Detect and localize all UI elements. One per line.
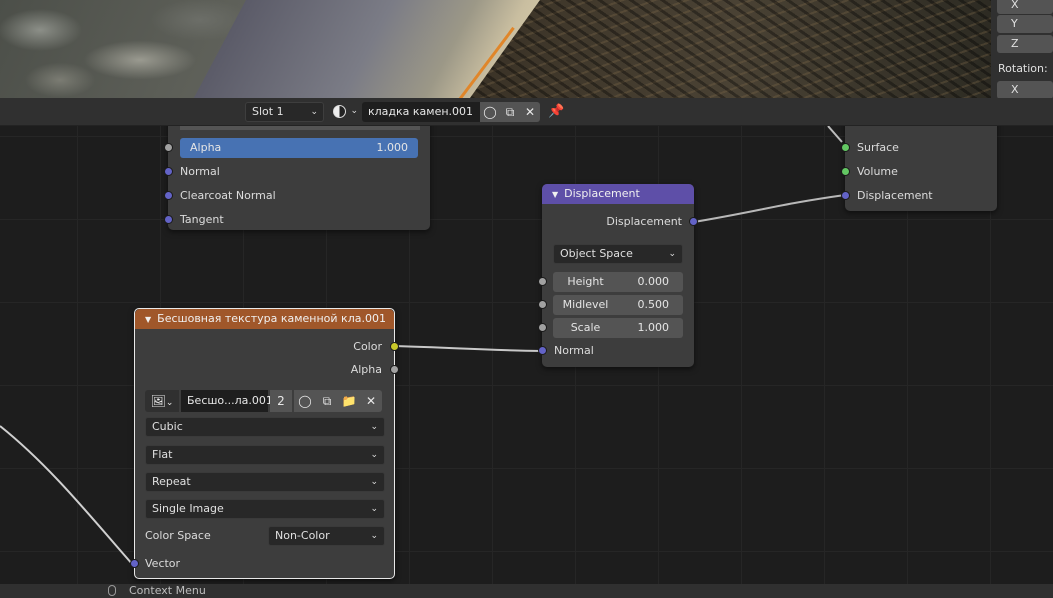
folder-icon[interactable]: 📁: [338, 390, 360, 412]
color-space-label: Color Space: [145, 529, 211, 542]
image-name-field[interactable]: Бесшо...ла.001: [181, 390, 273, 412]
displacement-output-socket[interactable]: [689, 217, 698, 226]
status-bar: Context Menu: [0, 584, 1053, 598]
source-dropdown[interactable]: Single Image ⌄: [145, 499, 385, 519]
fake-user-shield-icon[interactable]: ◯: [480, 102, 500, 122]
rotation-x-field[interactable]: X: [997, 81, 1053, 98]
alpha-output-socket[interactable]: [390, 365, 399, 374]
collapse-triangle-icon[interactable]: ▼: [552, 190, 558, 199]
image-browse-button[interactable]: 🖼⌄: [145, 390, 179, 412]
material-name-field[interactable]: кладка камен.001: [362, 102, 480, 122]
normal-socket[interactable]: [164, 167, 173, 176]
alpha-output-label: Alpha: [350, 363, 382, 376]
volume-input-label: Volume: [857, 165, 898, 178]
collapse-triangle-icon[interactable]: ▼: [145, 315, 151, 324]
slot-dropdown[interactable]: Slot 1 ⌄: [245, 102, 324, 122]
material-browse-button[interactable]: ⌄: [330, 102, 360, 122]
tangent-socket[interactable]: [164, 215, 173, 224]
fake-user-shield-icon[interactable]: ◯: [294, 390, 316, 412]
image-icon: 🖼: [150, 394, 166, 408]
displacement-output-label: Displacement: [606, 215, 682, 228]
chevron-down-icon: ⌄: [370, 450, 378, 460]
vector-input-label: Vector: [145, 557, 181, 570]
vector-input-socket[interactable]: [130, 559, 139, 568]
chevron-down-icon: ⌄: [165, 398, 174, 408]
pin-icon[interactable]: 📌: [548, 104, 564, 119]
close-icon[interactable]: ✕: [360, 390, 382, 412]
scale-socket[interactable]: [538, 323, 547, 332]
chevron-down-icon: ⌄: [370, 477, 378, 487]
normal-input-label: Normal: [180, 165, 220, 178]
clearcoat-normal-socket[interactable]: [164, 191, 173, 200]
scale-field[interactable]: Scale 1.000: [553, 318, 683, 338]
material-sphere-icon: [333, 104, 346, 118]
link-displacement-to-output: [693, 194, 846, 223]
volume-socket[interactable]: [841, 167, 850, 176]
previous-field-edge: [180, 126, 420, 130]
node-editor-header: Slot 1 ⌄ ⌄ кладка камен.001 ◯ ⧉ ✕ 📌: [0, 98, 1053, 126]
color-output-socket[interactable]: [390, 342, 399, 351]
space-dropdown[interactable]: Object Space ⌄: [553, 244, 683, 264]
image-selector: 🖼⌄ Бесшо...ла.001 2 ◯ ⧉ 📁 ✕: [145, 390, 385, 412]
duplicate-image-icon[interactable]: ⧉: [316, 390, 338, 412]
normal-input-label: Normal: [554, 344, 594, 357]
tangent-input-label: Tangent: [180, 213, 224, 226]
3d-viewport[interactable]: X Y Z Rotation: X: [0, 0, 1053, 98]
displacement-node-header[interactable]: ▼ Displacement: [542, 184, 694, 204]
clearcoat-normal-input-label: Clearcoat Normal: [180, 189, 276, 202]
rotation-label: Rotation:: [998, 62, 1048, 75]
link-output-top: [827, 126, 843, 143]
location-y-field[interactable]: Y: [997, 15, 1053, 33]
sidebar-transform-panel: X Y Z Rotation: X: [991, 0, 1053, 98]
image-texture-node[interactable]: ▼ Бесшовная текстура каменной кла.001 Col…: [130, 308, 399, 579]
location-z-field[interactable]: Z: [997, 35, 1053, 53]
material-output-node[interactable]: Surface Volume Displacement: [841, 126, 997, 211]
chevron-down-icon: ⌄: [350, 106, 358, 116]
chevron-down-icon: ⌄: [370, 531, 378, 541]
midlevel-field[interactable]: Midlevel 0.500: [553, 295, 683, 315]
users-count-button[interactable]: 2: [270, 390, 292, 412]
color-output-label: Color: [353, 340, 382, 353]
normal-input-socket[interactable]: [538, 346, 547, 355]
color-space-dropdown[interactable]: Non-Color ⌄: [268, 526, 385, 546]
displacement-input-socket[interactable]: [841, 191, 850, 200]
link-color-to-normal: [394, 345, 543, 352]
chevron-down-icon: ⌄: [310, 107, 318, 117]
node-editor-canvas[interactable]: Alpha 1.000 Normal Clearcoat Normal Tang…: [0, 126, 1053, 584]
displacement-input-label: Displacement: [857, 189, 933, 202]
link-vector-input: [0, 425, 134, 566]
mouse-right-click-icon: [108, 585, 116, 596]
unlink-material-icon[interactable]: ✕: [520, 102, 540, 122]
surface-socket[interactable]: [841, 143, 850, 152]
chevron-down-icon: ⌄: [370, 422, 378, 432]
chevron-down-icon: ⌄: [668, 249, 676, 259]
wood-texture-surface: [470, 0, 1000, 98]
height-socket[interactable]: [538, 277, 547, 286]
context-menu-hint: Context Menu: [129, 584, 206, 597]
image-texture-node-header[interactable]: ▼ Бесшовная текстура каменной кла.001: [135, 309, 394, 329]
alpha-socket[interactable]: [164, 143, 173, 152]
extension-dropdown[interactable]: Repeat ⌄: [145, 472, 385, 492]
alpha-slider[interactable]: Alpha 1.000: [180, 138, 418, 158]
interpolation-dropdown[interactable]: Cubic ⌄: [145, 417, 385, 437]
principled-bsdf-node[interactable]: Alpha 1.000 Normal Clearcoat Normal Tang…: [164, 126, 430, 230]
midlevel-socket[interactable]: [538, 300, 547, 309]
chevron-down-icon: ⌄: [370, 504, 378, 514]
duplicate-material-icon[interactable]: ⧉: [500, 102, 520, 122]
location-x-field[interactable]: X: [997, 0, 1053, 14]
projection-dropdown[interactable]: Flat ⌄: [145, 445, 385, 465]
height-field[interactable]: Height 0.000: [553, 272, 683, 292]
surface-input-label: Surface: [857, 141, 899, 154]
displacement-node[interactable]: ▼ Displacement Displacement Object Space …: [538, 184, 698, 367]
